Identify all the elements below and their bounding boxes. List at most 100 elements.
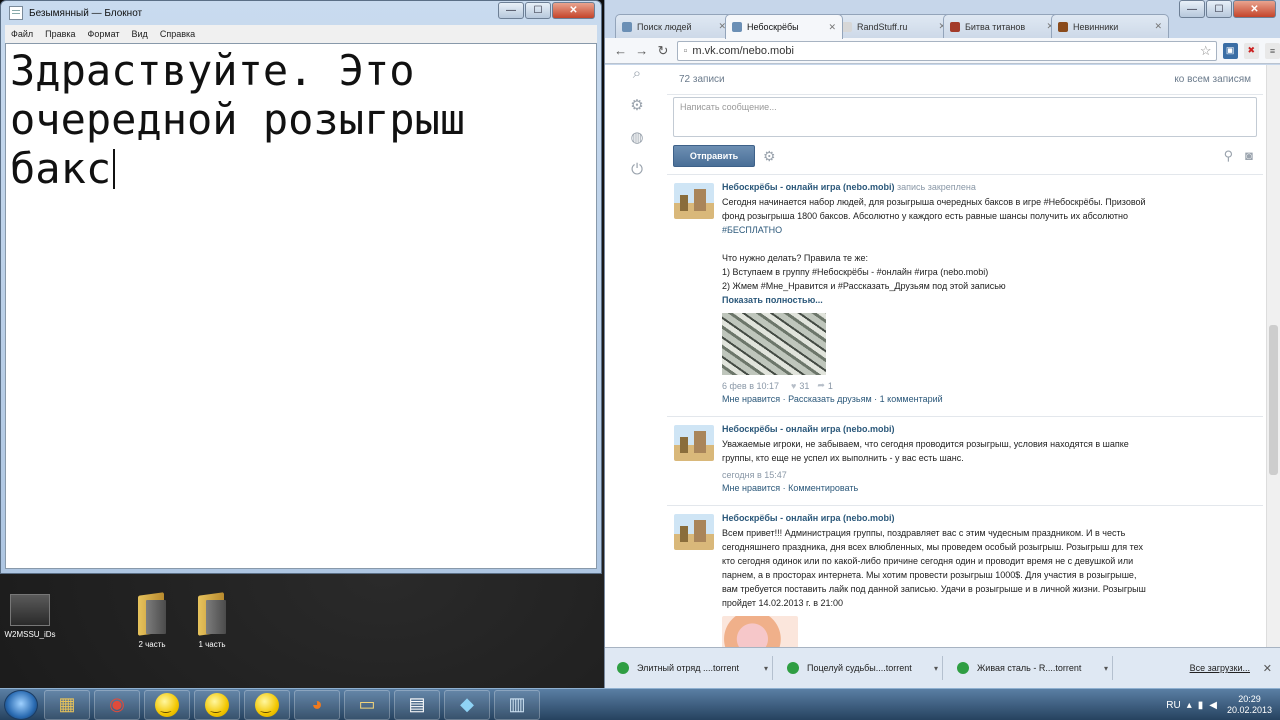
taskbar-explorer-button[interactable]: ▦ xyxy=(44,689,90,720)
message-input[interactable]: Написать сообщение... xyxy=(673,97,1257,137)
download-label: Живая сталь - R....torrent xyxy=(977,663,1082,673)
clock[interactable]: 20:29 20.02.2013 xyxy=(1227,694,1272,716)
page-favicon-icon xyxy=(842,21,852,32)
post-line[interactable]: #БЕСПЛАТНО xyxy=(722,223,1253,237)
torrent-file-icon xyxy=(617,662,629,674)
show-more-link[interactable]: Показать полностью... xyxy=(722,295,1253,305)
address-bar[interactable]: ▫ m.vk.com/nebo.mobi ☆ xyxy=(676,40,1217,61)
post-date[interactable]: сегодня в 15:47 xyxy=(722,470,787,480)
download-label: Поцелуй судьбы....torrent xyxy=(807,663,912,673)
group-avatar[interactable] xyxy=(674,425,714,461)
desktop-icon-folder-1[interactable]: 1 часть xyxy=(180,594,244,649)
desktop-icon-folder-2[interactable]: 2 часть xyxy=(120,594,184,649)
firefox-icon: ◕ xyxy=(311,694,323,714)
download-item[interactable]: Живая сталь - R....torrent ▾ xyxy=(953,656,1113,680)
network-icon[interactable]: ▮ xyxy=(1198,700,1204,711)
chevron-down-icon[interactable]: ▾ xyxy=(1104,664,1108,673)
menu-wrench-icon[interactable]: ≡ xyxy=(1264,42,1280,59)
post-actions-links[interactable]: Мне нравится · Рассказать друзьям · 1 ко… xyxy=(722,394,943,404)
tab-randstuff[interactable]: RandStuff.ru ✕ xyxy=(835,14,953,38)
camera-icon[interactable]: ◙ xyxy=(1245,148,1253,164)
settings-gear-icon[interactable]: ⚙ xyxy=(628,97,646,115)
menu-file[interactable]: Файл xyxy=(11,29,33,39)
extension-icon[interactable]: ▣ xyxy=(1222,42,1238,59)
post-line: парнем, а в просторах интернета. Мы хоти… xyxy=(722,570,1137,580)
menu-view[interactable]: Вид xyxy=(132,29,148,39)
post-line: 2) Жмем #Мне_Нравится и #Рассказать_Друз… xyxy=(722,281,1006,291)
minimize-button[interactable]: — xyxy=(1179,0,1205,18)
desktop-icon-video[interactable]: W2MSSU_iDs xyxy=(0,594,62,639)
group-avatar[interactable] xyxy=(674,183,714,219)
tab-battle-titans[interactable]: Битва титанов ✕ xyxy=(943,14,1061,38)
reload-icon[interactable]: ↻ xyxy=(655,43,670,59)
torrent-file-icon xyxy=(957,662,969,674)
chevron-down-icon[interactable]: ▾ xyxy=(934,664,938,673)
explorer-icon: ▦ xyxy=(58,694,76,714)
gear-icon[interactable]: ⚙ xyxy=(763,148,776,165)
menu-help[interactable]: Справка xyxy=(160,29,195,39)
taskbar-chrome-button[interactable]: ◉ xyxy=(94,689,140,720)
download-item[interactable]: Поцелуй судьбы....torrent ▾ xyxy=(783,656,943,680)
post-date[interactable]: 6 фев в 10:17 xyxy=(722,381,779,391)
volume-icon[interactable]: ◀ xyxy=(1209,700,1217,711)
taskbar-firefox-button[interactable]: ◕ xyxy=(294,689,340,720)
extension-icon[interactable]: ✖ xyxy=(1243,42,1259,59)
app-icon: ◆ xyxy=(460,694,474,714)
taskbar-media-button[interactable]: ▤ xyxy=(394,689,440,720)
chevron-down-icon[interactable]: ▾ xyxy=(764,664,768,673)
page-favicon-icon xyxy=(1058,21,1068,32)
minimize-button[interactable]: — xyxy=(498,2,524,19)
taskbar-notepad-button[interactable]: ▥ xyxy=(494,689,540,720)
page-scrollbar[interactable] xyxy=(1266,65,1280,647)
taskbar-folder-button[interactable]: ▭ xyxy=(344,689,390,720)
group-avatar[interactable] xyxy=(674,514,714,550)
close-button[interactable]: ✕ xyxy=(1233,0,1276,18)
back-arrow-icon[interactable]: ← xyxy=(613,43,628,59)
bookmark-star-icon[interactable]: ☆ xyxy=(1200,43,1212,59)
tab-close-icon[interactable]: ✕ xyxy=(828,22,836,33)
post-author[interactable]: Небоскрёбы - онлайн игра (nebo.mobi) xyxy=(722,513,894,523)
maximize-button[interactable]: ☐ xyxy=(1206,0,1232,18)
heart-icon[interactable]: ♥ xyxy=(791,381,796,391)
download-item[interactable]: Элитный отряд ....torrent ▾ xyxy=(613,656,773,680)
folder-icon: ▭ xyxy=(358,694,376,714)
tab-neboskreby[interactable]: Небоскрёбы ✕ xyxy=(725,14,843,39)
post-line: Что нужно делать? Правила те же: xyxy=(722,253,869,263)
all-posts-link[interactable]: ко всем записям xyxy=(1174,74,1251,85)
post-image-money[interactable] xyxy=(722,313,826,375)
downloads-bar: Элитный отряд ....torrent ▾ Поцелуй судь… xyxy=(605,647,1280,688)
scrollbar-thumb[interactable] xyxy=(1269,325,1278,475)
send-button[interactable]: Отправить xyxy=(673,145,755,167)
menu-format[interactable]: Формат xyxy=(88,29,120,39)
all-downloads-link[interactable]: Все загрузки... xyxy=(1190,663,1250,673)
close-button[interactable]: ✕ xyxy=(552,2,595,19)
post-image-valentine[interactable] xyxy=(722,616,798,647)
menu-edit[interactable]: Правка xyxy=(45,29,75,39)
smiley-icon xyxy=(255,692,279,717)
post-author[interactable]: Небоскрёбы - онлайн игра (nebo.mobi) xyxy=(722,424,894,434)
search-icon[interactable]: ⌕ xyxy=(628,65,646,83)
taskbar-app-button[interactable] xyxy=(244,689,290,720)
power-icon[interactable]: ⏻ xyxy=(628,161,646,179)
language-indicator[interactable]: RU xyxy=(1166,700,1180,711)
location-pin-icon[interactable]: ⚲ xyxy=(1224,148,1234,164)
notepad-editor[interactable]: Здраствуйте. Это очередной розыгрыш бакс xyxy=(5,43,597,569)
start-button[interactable] xyxy=(4,689,38,720)
post-meta: 6 фев в 10:17 ♥ 31 ➦ 1 xyxy=(722,380,1253,391)
taskbar-app-button[interactable] xyxy=(194,689,240,720)
taskbar-app-button[interactable] xyxy=(144,689,190,720)
post-header: Небоскрёбы - онлайн игра (nebo.mobi) xyxy=(722,512,1253,525)
globe-icon[interactable]: ◍ xyxy=(628,129,646,147)
taskbar-app-button[interactable]: ◆ xyxy=(444,689,490,720)
tab-close-icon[interactable]: ✕ xyxy=(1154,21,1162,32)
post-author[interactable]: Небоскрёбы - онлайн игра (nebo.mobi) xyxy=(722,182,894,192)
share-icon[interactable]: ➦ xyxy=(817,380,825,391)
tab-search-people[interactable]: Поиск людей ✕ xyxy=(615,14,733,38)
post-actions-links[interactable]: Мне нравится · Комментировать xyxy=(722,483,858,493)
forward-arrow-icon[interactable]: → xyxy=(634,43,649,59)
tray-arrow-icon[interactable]: ▴ xyxy=(1187,700,1192,711)
maximize-button[interactable]: ☐ xyxy=(525,2,551,19)
page-icon: ▫ xyxy=(683,44,688,57)
tab-nevinniki[interactable]: Невинники ✕ xyxy=(1051,14,1169,38)
close-icon[interactable]: ✕ xyxy=(1263,662,1272,675)
